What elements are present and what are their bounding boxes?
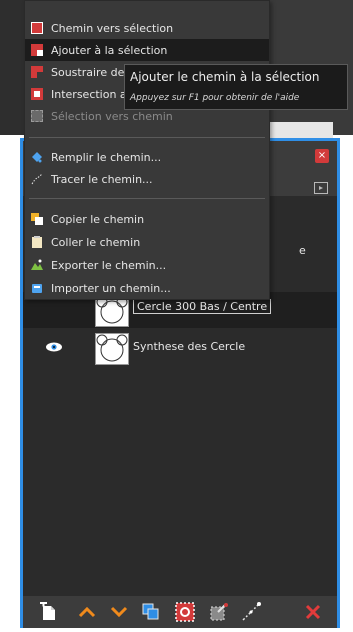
menu-item-label: Chemin vers sélection — [51, 21, 174, 35]
paint-along-path-icon[interactable] — [239, 600, 263, 624]
copy-path-icon — [31, 213, 43, 225]
menu-separator — [29, 198, 265, 199]
menu-item-label: Intersection av — [51, 87, 134, 101]
path-to-selection-icon — [31, 22, 43, 34]
selection-to-path-icon[interactable] — [207, 600, 231, 624]
paths-toolbar — [23, 596, 337, 628]
tooltip-title: Ajouter le chemin à la sélection — [130, 70, 320, 84]
path-name-fragment: e — [299, 244, 306, 257]
menu-item-copy-path[interactable]: Copier le chemin — [25, 208, 269, 230]
menu-item-label: Coller le chemin — [51, 235, 141, 249]
export-path-icon — [31, 259, 43, 271]
paste-path-icon — [31, 236, 43, 248]
background-strip — [268, 122, 333, 138]
menu-item-label: Copier le chemin — [51, 212, 145, 226]
menu-item-import-path[interactable]: Importer un chemin... — [25, 277, 269, 299]
menu-separator — [29, 137, 265, 138]
path-name[interactable]: Synthese des Cercle — [133, 340, 245, 353]
subtract-selection-icon — [31, 66, 43, 78]
add-to-selection-icon — [31, 44, 43, 56]
new-path-icon[interactable] — [37, 600, 61, 624]
tooltip-hint: Appuyez sur F1 pour obtenir de l'aide — [130, 93, 300, 103]
tooltip: Ajouter le chemin à la sélection Appuyez… — [124, 64, 348, 110]
menu-item-export-path[interactable]: Exporter le chemin... — [25, 254, 269, 276]
menu-item-stroke-path[interactable]: Tracer le chemin... — [25, 168, 269, 190]
menu-item-label: Sélection vers chemin — [51, 109, 173, 123]
paths-context-menu: Chemin vers sélection Ajouter à la sélec… — [24, 0, 270, 300]
import-path-icon — [31, 282, 43, 294]
fill-path-icon — [31, 151, 43, 163]
path-thumbnail — [95, 333, 129, 365]
menu-item-label: Remplir le chemin... — [51, 150, 162, 164]
menu-item-path-to-selection[interactable]: Chemin vers sélection — [25, 17, 269, 39]
menu-item-fill-path[interactable]: Remplir le chemin... — [25, 146, 269, 168]
menu-item-label: Soustraire de l — [51, 65, 131, 79]
path-name[interactable]: Cercle 300 Bas / Centre — [133, 299, 272, 314]
menu-item-add-to-selection[interactable]: Ajouter à la sélection — [25, 39, 269, 61]
menu-item-label: Exporter le chemin... — [51, 258, 167, 272]
stroke-path-icon — [31, 173, 43, 185]
duplicate-path-icon[interactable] — [139, 600, 163, 624]
lower-path-icon[interactable] — [107, 600, 131, 624]
dock-menu-icon[interactable] — [314, 182, 328, 194]
eye-icon[interactable] — [45, 342, 63, 352]
selection-to-path-icon — [31, 110, 43, 122]
menu-item-label: Ajouter à la sélection — [51, 43, 168, 57]
raise-path-icon[interactable] — [75, 600, 99, 624]
path-to-selection-icon[interactable] — [173, 600, 197, 624]
menu-item-label: Tracer le chemin... — [51, 172, 153, 186]
intersect-selection-icon — [31, 88, 43, 100]
menu-item-label: Importer un chemin... — [51, 281, 171, 295]
dock-close-icon[interactable]: × — [315, 149, 329, 163]
delete-path-icon[interactable] — [301, 600, 325, 624]
menu-item-paste-path[interactable]: Coller le chemin — [25, 231, 269, 253]
path-row[interactable]: Synthese des Cercle — [23, 330, 337, 366]
